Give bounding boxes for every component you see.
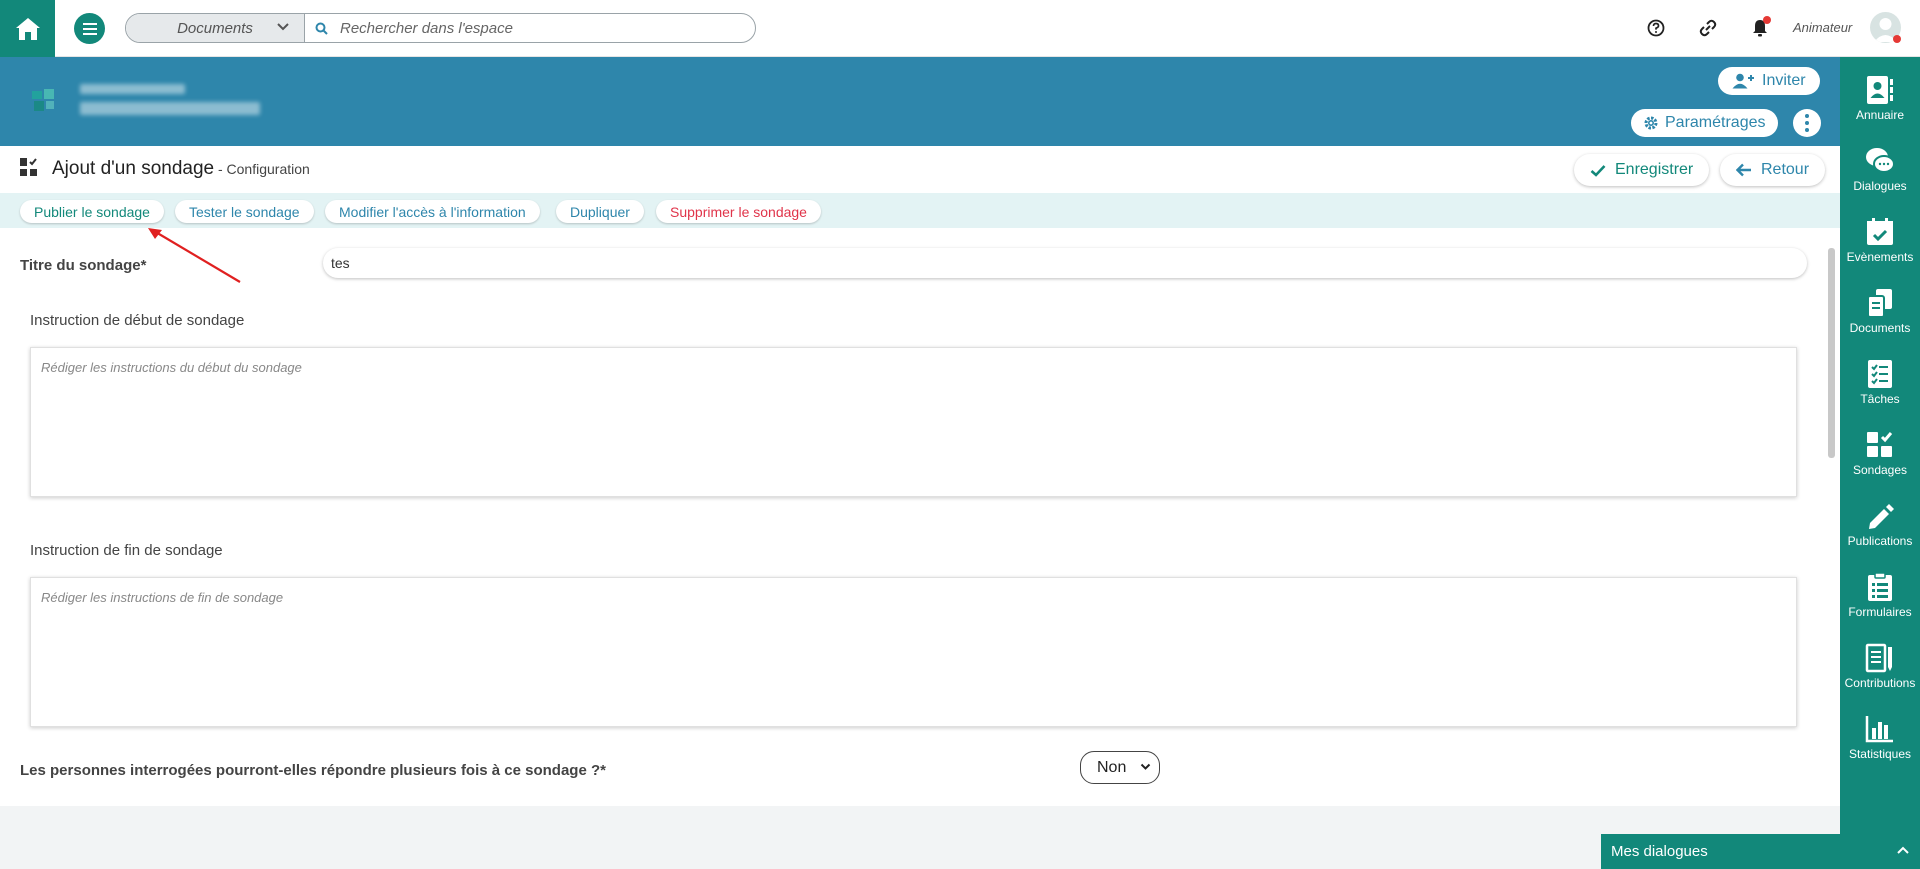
sidebar-label: Publications <box>1847 534 1913 548</box>
multiple-answers-select[interactable]: Non <box>1080 751 1160 784</box>
sidebar-item-formulaires[interactable]: Formulaires <box>1840 564 1920 634</box>
title-label: Titre du sondage* <box>20 257 147 274</box>
modify-access-button[interactable]: Modifier l'accès à l'information <box>325 200 540 223</box>
polls-icon <box>20 158 37 176</box>
search-box: Documents <box>125 13 756 43</box>
add-user-icon <box>1732 73 1754 89</box>
sidebar-item-documents[interactable]: Documents <box>1840 280 1920 350</box>
page-subtitle: - Configuration <box>214 161 310 177</box>
multiple-answers-label: Les personnes interrogées pourront-elles… <box>20 762 606 779</box>
main-panel: Ajout d'un sondage - Configuration Enreg… <box>0 146 1840 806</box>
start-instruction-textarea[interactable] <box>30 347 1797 497</box>
sidebar-item-taches[interactable]: Tâches <box>1840 351 1920 421</box>
presence-badge <box>1893 35 1901 43</box>
space-name-blurred <box>80 84 185 94</box>
hamburger-icon <box>82 22 97 35</box>
sidebar-label: Documents <box>1849 321 1911 335</box>
sidebar-item-evenements[interactable]: Evènements <box>1840 209 1920 279</box>
right-sidebar: Annuaire Dialogues Evènements Documents … <box>1840 57 1920 869</box>
help-icon <box>1647 19 1665 37</box>
search-scope-select[interactable]: Documents <box>126 14 305 42</box>
directory-icon <box>1867 76 1893 104</box>
chevron-down-icon <box>1140 763 1151 770</box>
pencil-icon <box>1869 504 1894 529</box>
arrow-left-icon <box>1736 163 1751 177</box>
page-title: Ajout d'un sondage - Configuration <box>52 158 310 180</box>
sidebar-label: Statistiques <box>1848 747 1912 761</box>
polls-icon <box>1867 432 1893 457</box>
more-options-button[interactable] <box>1793 109 1821 137</box>
calendar-icon <box>1867 218 1893 245</box>
duplicate-button[interactable]: Dupliquer <box>556 200 644 223</box>
link-icon <box>1699 19 1717 37</box>
check-icon <box>1590 164 1606 177</box>
scrollbar-thumb[interactable] <box>1828 248 1835 458</box>
sidebar-item-publications[interactable]: Publications <box>1840 493 1920 563</box>
sidebar-item-contributions[interactable]: Contributions <box>1840 635 1920 705</box>
notification-badge <box>1763 16 1771 24</box>
space-header: Inviter Paramétrages <box>0 57 1840 146</box>
end-instruction-textarea[interactable] <box>30 577 1797 727</box>
chevron-up-icon <box>1897 846 1909 854</box>
start-instruction-label: Instruction de début de sondage <box>30 312 245 329</box>
delete-poll-button[interactable]: Supprimer le sondage <box>656 200 821 223</box>
search-scope-value: Documents <box>177 19 253 37</box>
space-description-blurred <box>80 102 260 115</box>
back-label: Retour <box>1761 161 1810 178</box>
save-button[interactable]: Enregistrer <box>1574 154 1710 186</box>
annotation-arrow-icon <box>148 228 241 283</box>
publish-poll-button[interactable]: Publier le sondage <box>20 200 164 223</box>
link-button[interactable] <box>1695 15 1721 41</box>
contributions-icon <box>1865 643 1892 673</box>
sidebar-label: Formulaires <box>1848 605 1912 619</box>
chart-icon <box>1865 716 1893 743</box>
chat-icon <box>1866 148 1895 173</box>
sidebar-label: Annuaire <box>1855 108 1905 122</box>
sidebar-label: Dialogues <box>1853 179 1907 193</box>
space-logo <box>32 89 54 111</box>
title-input[interactable] <box>323 248 1807 278</box>
my-dialogs-bar[interactable]: Mes dialogues <box>1601 834 1920 869</box>
sidebar-label: Contributions <box>1844 676 1916 690</box>
clipboard-icon <box>1868 572 1892 601</box>
page-title-row: Ajout d'un sondage - Configuration Enreg… <box>0 146 1840 193</box>
user-role: Animateur <box>1793 20 1853 35</box>
more-dot-icon <box>1805 128 1809 132</box>
settings-label: Paramétrages <box>1665 114 1766 131</box>
main-scrollbar[interactable] <box>1827 230 1836 800</box>
page-title-text: Ajout d'un sondage <box>52 158 215 179</box>
invite-label: Inviter <box>1762 72 1806 89</box>
test-poll-button[interactable]: Tester le sondage <box>175 200 314 223</box>
notifications-button[interactable] <box>1747 15 1773 41</box>
settings-button[interactable]: Paramétrages <box>1631 109 1778 137</box>
top-bar: Documents Animateur <box>0 0 1920 57</box>
main-menu-button[interactable] <box>74 13 105 44</box>
sidebar-item-annuaire[interactable]: Annuaire <box>1840 67 1920 137</box>
sidebar-item-dialogues[interactable]: Dialogues <box>1840 138 1920 208</box>
documents-icon <box>1867 289 1892 318</box>
sidebar-label: Sondages <box>1852 463 1908 477</box>
action-toolbar: Publier le sondage Tester le sondage Mod… <box>0 193 1840 228</box>
chevron-down-icon <box>277 23 289 31</box>
sidebar-item-statistiques[interactable]: Statistiques <box>1840 706 1920 776</box>
more-dot-icon <box>1805 114 1809 118</box>
help-button[interactable] <box>1643 15 1669 41</box>
save-label: Enregistrer <box>1615 161 1694 178</box>
multiple-answers-value: Non <box>1097 758 1127 776</box>
search-icon <box>315 22 328 35</box>
sidebar-item-sondages[interactable]: Sondages <box>1840 422 1920 492</box>
sidebar-label: Evènements <box>1846 250 1914 264</box>
gear-icon <box>1644 116 1658 130</box>
my-dialogs-label: Mes dialogues <box>1611 843 1708 860</box>
back-button[interactable]: Retour <box>1720 154 1826 186</box>
home-icon <box>15 17 40 40</box>
end-instruction-label: Instruction de fin de sondage <box>30 542 223 559</box>
invite-button[interactable]: Inviter <box>1718 67 1820 95</box>
search-input[interactable] <box>340 19 740 37</box>
home-button[interactable] <box>0 0 55 57</box>
search-field <box>305 14 755 42</box>
tasks-icon <box>1868 360 1892 388</box>
more-dot-icon <box>1805 121 1809 125</box>
sidebar-label: Tâches <box>1860 392 1900 406</box>
